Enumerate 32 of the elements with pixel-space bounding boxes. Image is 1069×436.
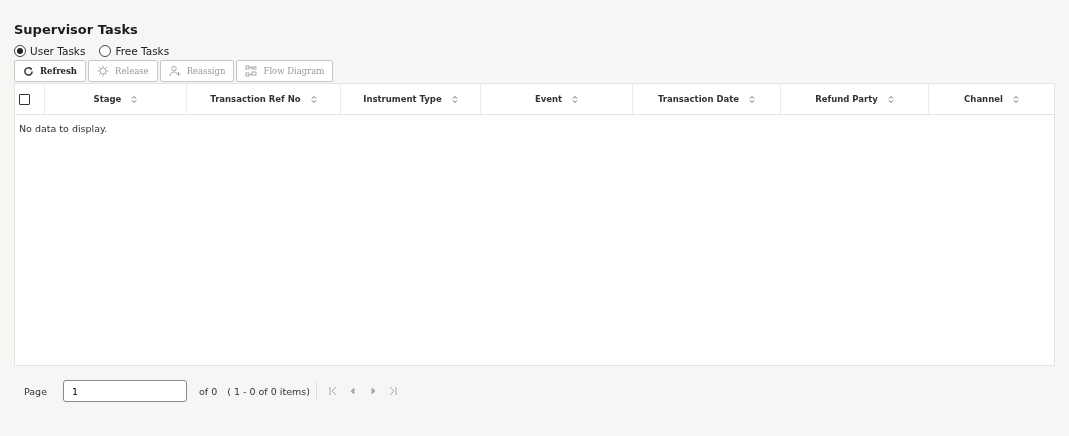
sort-icon xyxy=(1012,94,1019,104)
refresh-icon xyxy=(23,65,34,77)
sort-icon xyxy=(749,94,756,104)
page-title: Supervisor Tasks xyxy=(14,22,139,37)
column-header[interactable]: Refund Party xyxy=(815,94,878,104)
first-page-icon xyxy=(327,386,338,396)
column-header[interactable]: Instrument Type xyxy=(363,94,442,104)
item-range: ( 1 - 0 of 0 items) xyxy=(227,385,310,397)
column-header[interactable]: Event xyxy=(534,94,563,104)
empty-message: No data to display. xyxy=(18,122,109,136)
radio-label[interactable]: User Tasks xyxy=(30,45,86,57)
radio-button[interactable] xyxy=(99,45,112,57)
sort-icon xyxy=(451,94,458,104)
sort-icon xyxy=(131,94,138,104)
column-header[interactable]: Transaction Ref No xyxy=(210,94,301,104)
gear-icon xyxy=(97,65,109,77)
column-header[interactable]: Channel xyxy=(964,94,1003,104)
page-label: Page xyxy=(24,385,47,397)
flow-diagram-icon xyxy=(245,65,258,77)
column-header[interactable]: Transaction Date xyxy=(657,94,740,104)
add-user-icon xyxy=(168,65,181,77)
sort-icon xyxy=(887,94,894,104)
select-all-checkbox[interactable] xyxy=(19,93,30,105)
radio-button[interactable] xyxy=(14,45,26,57)
sort-icon xyxy=(310,94,317,104)
sort-icon xyxy=(572,94,579,104)
radio-label[interactable]: Free Tasks xyxy=(115,45,170,57)
page-input[interactable]: 1 xyxy=(63,380,187,402)
refresh-button[interactable]: Refresh xyxy=(14,60,86,82)
page-count: of 0 xyxy=(199,385,218,397)
column-header[interactable]: Stage xyxy=(93,94,122,104)
last-page-icon xyxy=(387,386,398,396)
